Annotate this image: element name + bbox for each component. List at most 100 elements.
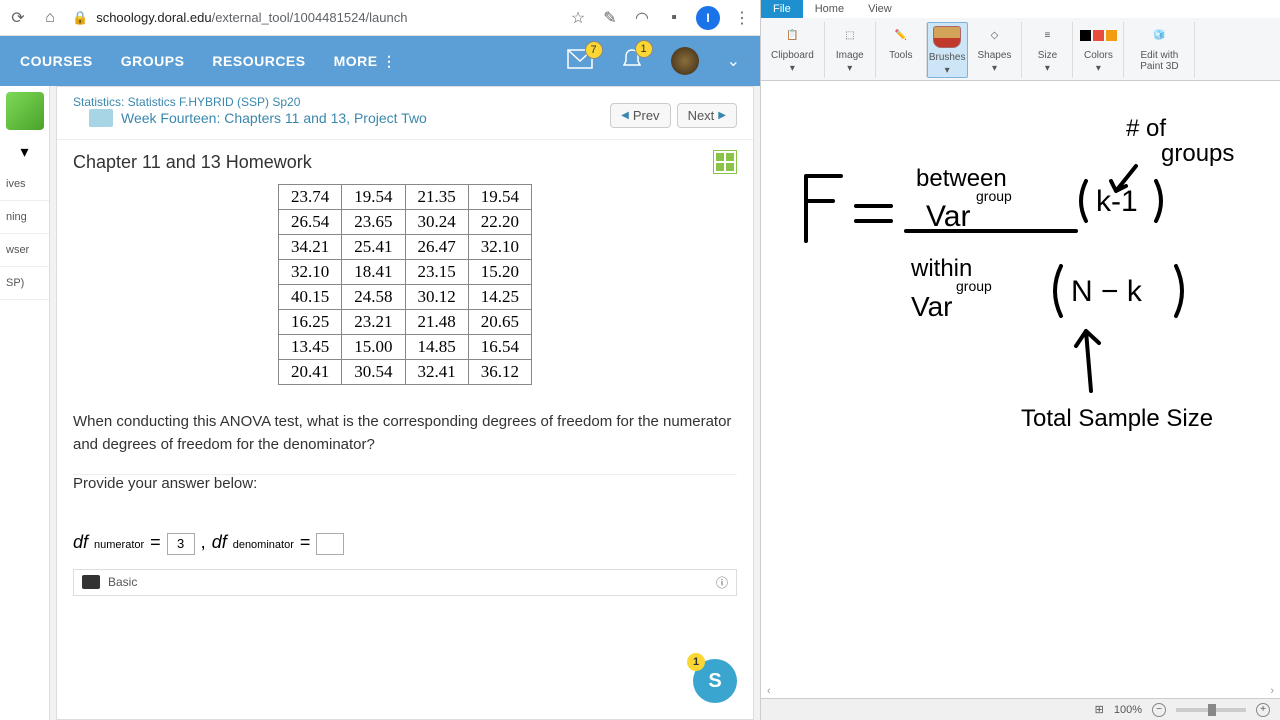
ribbon-paint3d[interactable]: 🧊Edit with Paint 3D [1124, 22, 1195, 78]
sidebar-item[interactable]: wser [0, 234, 49, 267]
menu-icon[interactable]: ⋮ [732, 8, 752, 28]
lock-icon: 🔒 [72, 10, 88, 26]
sidebar-item[interactable]: ives [0, 168, 49, 201]
table-cell: 14.85 [405, 335, 468, 360]
answer-prompt: Provide your answer below: [73, 475, 737, 492]
cast-icon[interactable]: ◠ [632, 8, 652, 28]
star-icon[interactable]: ☆ [568, 8, 588, 28]
tab-home[interactable]: Home [803, 0, 856, 18]
browser-toolbar: ⟳ ⌂ 🔒 schoology.doral.edu/external_tool/… [0, 0, 760, 36]
table-cell: 23.74 [279, 185, 342, 210]
table-cell: 20.65 [468, 310, 531, 335]
schoology-nav: COURSES GROUPS RESOURCES MORE ⋮ 7 1 ⌄ [0, 36, 760, 86]
notif-badge: 1 [635, 40, 653, 58]
table-cell: 30.12 [405, 285, 468, 310]
paint-tabs: File Home View [761, 0, 1280, 18]
svg-text:group: group [976, 188, 1012, 204]
extension-icon[interactable]: ▪ [664, 8, 684, 28]
table-cell: 32.10 [279, 260, 342, 285]
ribbon-brushes[interactable]: Brushes▾ [927, 22, 968, 78]
fullscreen-icon[interactable] [713, 150, 737, 174]
table-cell: 30.24 [405, 210, 468, 235]
mail-icon[interactable]: 7 [567, 49, 593, 74]
course-sidebar: ▾ ives ning wser SP) [0, 86, 50, 720]
nav-groups[interactable]: GROUPS [121, 53, 185, 69]
tab-file[interactable]: File [761, 0, 803, 18]
table-cell: 36.12 [468, 360, 531, 385]
zoom-in-button[interactable]: + [1256, 703, 1270, 717]
ribbon-shapes[interactable]: ◇Shapes▾ [968, 22, 1023, 78]
svg-text:# of: # of [1126, 115, 1166, 142]
eyedropper-icon[interactable]: ✎ [600, 8, 620, 28]
table-cell: 22.20 [468, 210, 531, 235]
svg-text:Var: Var [911, 291, 953, 322]
scroll-left-icon[interactable]: ‹ [767, 685, 771, 697]
table-cell: 18.41 [342, 260, 405, 285]
table-cell: 20.41 [279, 360, 342, 385]
reload-icon[interactable]: ⟳ [8, 8, 28, 28]
ribbon-tools[interactable]: ✏️Tools [876, 22, 927, 78]
ribbon-size[interactable]: ≡Size▾ [1022, 22, 1073, 78]
table-cell: 26.47 [405, 235, 468, 260]
course-icon[interactable] [6, 92, 44, 130]
table-cell: 14.25 [468, 285, 531, 310]
image-select-icon: ⬚ [835, 22, 865, 48]
table-cell: 25.41 [342, 235, 405, 260]
table-cell: 16.25 [279, 310, 342, 335]
zoom-level: 100% [1114, 704, 1142, 716]
chat-badge: 1 [687, 653, 705, 671]
info-icon[interactable]: ⓘ [716, 574, 728, 591]
home-icon[interactable]: ⌂ [40, 8, 60, 28]
table-cell: 19.54 [468, 185, 531, 210]
keyboard-mode: Basic [108, 575, 137, 589]
paint3d-icon: 🧊 [1144, 22, 1174, 48]
nav-resources[interactable]: RESOURCES [212, 53, 305, 69]
prev-button[interactable]: ◀Prev [610, 103, 670, 128]
table-cell: 15.00 [342, 335, 405, 360]
keyboard-toolbar[interactable]: Basic ⓘ [73, 569, 737, 596]
table-cell: 26.54 [279, 210, 342, 235]
sidebar-dropdown-icon[interactable]: ▾ [0, 136, 49, 168]
df-numerator-input[interactable] [167, 533, 195, 555]
data-table: 23.7419.5421.3519.5426.5423.6530.2422.20… [278, 184, 532, 385]
chat-button[interactable]: 1 S [693, 659, 737, 703]
table-cell: 24.58 [342, 285, 405, 310]
zoom-out-button[interactable]: − [1152, 703, 1166, 717]
nav-courses[interactable]: COURSES [20, 53, 93, 69]
ribbon-image[interactable]: ⬚Image▾ [825, 22, 876, 78]
table-cell: 32.41 [405, 360, 468, 385]
svg-text:k-1: k-1 [1096, 185, 1138, 218]
url-bar[interactable]: 🔒 schoology.doral.edu/external_tool/1004… [72, 10, 556, 26]
breadcrumb-course[interactable]: Statistics: Statistics F.HYBRID (SSP) Sp… [73, 95, 300, 109]
paint-canvas[interactable]: between group Var within group Var # of … [761, 81, 1280, 684]
dimensions-icon: ⊞ [1095, 703, 1104, 716]
svg-text:group: group [956, 278, 992, 294]
svg-text:groups: groups [1161, 140, 1234, 167]
sidebar-item[interactable]: SP) [0, 267, 49, 300]
tab-view[interactable]: View [856, 0, 904, 18]
scroll-right-icon[interactable]: › [1270, 685, 1274, 697]
answer-formula: dfnumerator = , dfdenominator = [73, 532, 737, 555]
table-cell: 13.45 [279, 335, 342, 360]
table-cell: 40.15 [279, 285, 342, 310]
nav-more[interactable]: MORE ⋮ [334, 53, 397, 70]
table-cell: 21.35 [405, 185, 468, 210]
svg-text:Total Sample Size: Total Sample Size [1021, 405, 1213, 432]
question-text: When conducting this ANOVA test, what is… [73, 411, 737, 456]
next-button[interactable]: Next▶ [677, 103, 737, 128]
brush-icon [933, 26, 961, 48]
breadcrumb-folder[interactable]: Week Fourteen: Chapters 11 and 13, Proje… [121, 110, 427, 126]
user-avatar[interactable] [671, 47, 699, 75]
sidebar-item[interactable]: ning [0, 201, 49, 234]
svg-text:N − k: N − k [1071, 275, 1143, 308]
svg-text:Var: Var [926, 200, 970, 233]
df-denominator-input[interactable] [316, 533, 344, 555]
ribbon-colors[interactable]: Colors▾ [1073, 22, 1124, 78]
profile-avatar[interactable]: I [696, 6, 720, 30]
keyboard-icon [82, 575, 100, 589]
zoom-slider[interactable] [1176, 708, 1246, 712]
chevron-down-icon[interactable]: ⌄ [727, 51, 740, 71]
shapes-icon: ◇ [979, 22, 1009, 48]
notification-icon[interactable]: 1 [621, 48, 643, 75]
ribbon-clipboard[interactable]: 📋Clipboard▾ [761, 22, 825, 78]
